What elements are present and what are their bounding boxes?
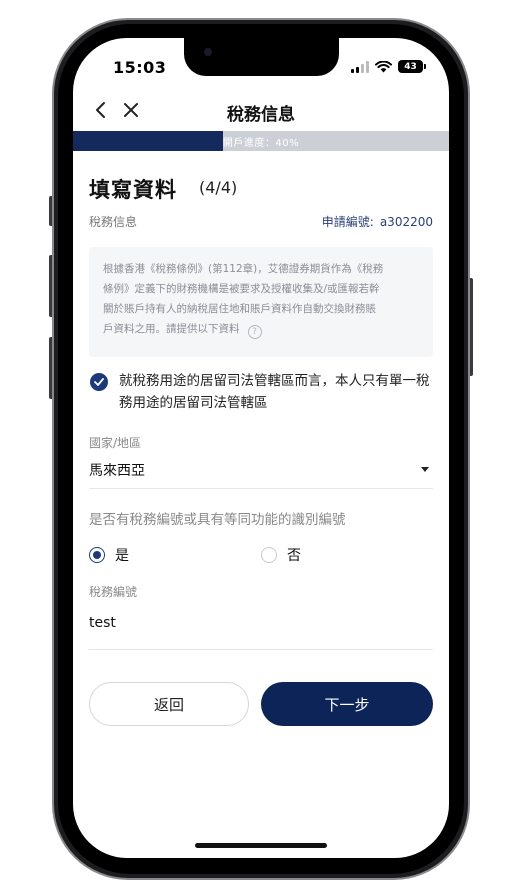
application-number-label: 申請編號:	[321, 215, 374, 229]
radio-yes-label: 是	[115, 548, 129, 564]
notch	[184, 38, 339, 76]
status-icons: 43	[351, 60, 426, 73]
home-indicator	[195, 843, 327, 848]
country-label: 國家/地區	[89, 436, 142, 450]
return-button[interactable]: 返回	[89, 682, 249, 726]
battery-icon: 43	[398, 60, 426, 73]
status-time: 15:03	[113, 58, 167, 77]
radio-yes[interactable]: 是	[89, 545, 129, 565]
progress-text: 開戶進度：40%	[222, 138, 300, 149]
declaration-checkbox[interactable]	[90, 373, 108, 391]
notice-line: 戶資料之用。請提供以下資料	[103, 323, 240, 335]
application-number: 申請編號: a302200	[322, 213, 433, 230]
country-value: 馬來西亞	[89, 463, 145, 479]
application-number-value: a302200	[379, 215, 433, 229]
section-label: 稅務信息	[89, 215, 138, 229]
page-step: (4/4)	[199, 178, 238, 197]
country-select[interactable]: 馬來西亞	[89, 460, 433, 480]
screen: 15:03 43 稅務信息 開戶進度：40% 填寫資料 (4/4) 稅務信息 申…	[73, 38, 449, 858]
notice-line: 關於賬戶持有人的納稅居住地和賬戶資料作自動交換財務賬	[103, 303, 376, 315]
wifi-icon	[375, 60, 392, 72]
notice-line: 根據香港《稅務條例》(第112章)，艾德證券期貨作為《稅務	[103, 263, 384, 275]
radio-no[interactable]: 否	[261, 545, 301, 565]
checkmark-icon	[94, 378, 104, 386]
page-header-title: 稅務信息	[227, 105, 295, 125]
divider	[89, 649, 433, 650]
radio-unselected-icon	[261, 547, 277, 563]
notice-line-last: 戶資料之用。請提供以下資料?	[103, 319, 419, 339]
nav-bar: 稅務信息	[73, 92, 449, 130]
radio-selected-icon	[89, 547, 105, 563]
radio-no-label: 否	[287, 548, 301, 564]
page-title: 填寫資料	[89, 178, 177, 202]
notice-box: 根據香港《稅務條例》(第112章)，艾德證券期貨作為《稅務 條例》定義下的財務機…	[89, 247, 433, 357]
notice-line: 條例》定義下的財務機構是被要求及授權收集及/或匯報若幹	[103, 283, 380, 295]
tax-id-question: 是否有稅務編號或具有等同功能的識別編號	[89, 512, 346, 528]
next-step-button[interactable]: 下一步	[261, 682, 433, 726]
declaration-text: 就稅務用途的居留司法管轄區而言，本人只有單一稅務用途的居留司法管轄區	[119, 373, 430, 411]
camera	[204, 48, 212, 56]
help-icon[interactable]: ?	[247, 325, 262, 339]
tax-id-label: 稅務編號	[89, 585, 138, 599]
tax-id-input[interactable]: test	[89, 615, 433, 631]
cellular-signal-icon	[351, 60, 369, 73]
progress-bar: 開戶進度：40%	[73, 131, 449, 151]
dropdown-caret-icon[interactable]	[421, 467, 429, 472]
divider	[89, 488, 433, 489]
